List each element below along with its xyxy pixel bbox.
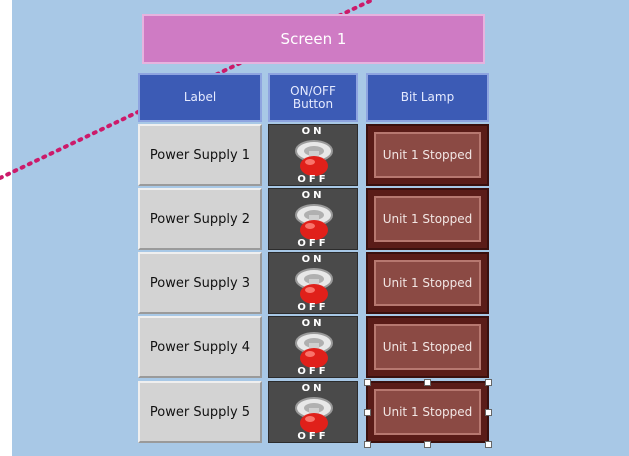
off-label: OFF (297, 302, 329, 313)
screen-title-text: Screen 1 (280, 30, 347, 48)
onoff-toggle-button[interactable]: ON OFF (268, 188, 358, 250)
selection-handle[interactable] (485, 379, 492, 386)
selection-handle[interactable] (364, 409, 371, 416)
header-onoff-button-text: ON/OFF Button (290, 83, 336, 111)
off-label: OFF (297, 238, 329, 249)
row-label: Power Supply 1 (138, 124, 262, 186)
on-label: ON (301, 126, 325, 137)
off-label: OFF (297, 174, 329, 185)
row-label: Power Supply 5 (138, 381, 262, 443)
bit-lamp-text: Unit 1 Stopped (382, 276, 473, 290)
header-bit-lamp-text: Bit Lamp (400, 90, 455, 104)
bit-lamp[interactable]: Unit 1 Stopped (366, 124, 489, 186)
bit-lamp-text: Unit 1 Stopped (382, 340, 473, 354)
row-label: Power Supply 3 (138, 252, 262, 314)
onoff-toggle-button[interactable]: ON OFF (268, 252, 358, 314)
row-label: Power Supply 2 (138, 188, 262, 250)
bit-lamp[interactable]: Unit 1 Stopped (366, 381, 489, 443)
onoff-toggle-button[interactable]: ON OFF (268, 316, 358, 378)
on-label: ON (301, 318, 325, 329)
selection-handle[interactable] (424, 379, 431, 386)
toggle-switch-icon (295, 332, 333, 368)
toggle-switch-icon (295, 397, 333, 433)
bit-lamp-text: Unit 1 Stopped (382, 212, 473, 226)
on-label: ON (301, 190, 325, 201)
bit-lamp-text: Unit 1 Stopped (382, 148, 473, 162)
on-label: ON (301, 383, 325, 394)
on-label: ON (301, 254, 325, 265)
bit-lamp-text: Unit 1 Stopped (382, 405, 473, 419)
selection-handle[interactable] (364, 379, 371, 386)
bit-lamp[interactable]: Unit 1 Stopped (366, 188, 489, 250)
toggle-switch-icon (295, 140, 333, 176)
selection-handle[interactable] (485, 409, 492, 416)
bit-lamp[interactable]: Unit 1 Stopped (366, 252, 489, 314)
toggle-switch-icon (295, 204, 333, 240)
header-bit-lamp: Bit Lamp (366, 73, 489, 122)
header-label-text: Label (183, 90, 217, 104)
off-label: OFF (297, 366, 329, 377)
header-label: Label (138, 73, 262, 122)
onoff-toggle-button[interactable]: ON OFF (268, 124, 358, 186)
onoff-toggle-button[interactable]: ON OFF (268, 381, 358, 443)
off-label: OFF (297, 431, 329, 442)
row-label: Power Supply 4 (138, 316, 262, 378)
selection-handle[interactable] (364, 441, 371, 448)
screen-title: Screen 1 (142, 14, 485, 64)
selection-handle[interactable] (485, 441, 492, 448)
header-onoff-button: ON/OFF Button (268, 73, 358, 122)
selection-handle[interactable] (424, 441, 431, 448)
toggle-switch-icon (295, 268, 333, 304)
bit-lamp[interactable]: Unit 1 Stopped (366, 316, 489, 378)
